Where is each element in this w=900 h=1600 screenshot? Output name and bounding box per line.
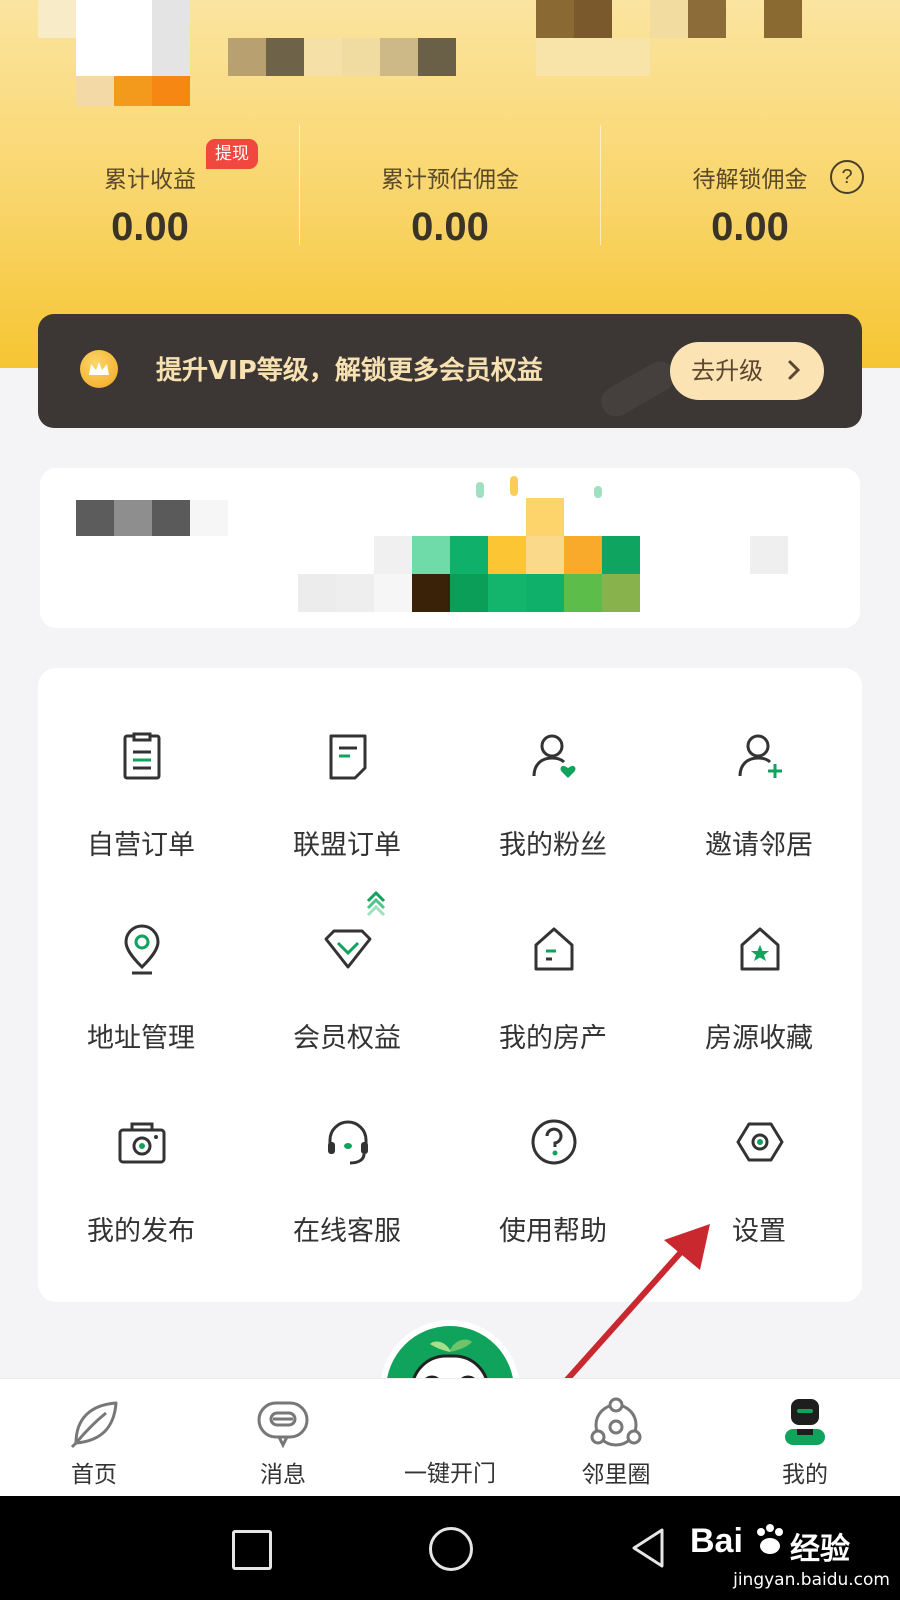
stat-divider [600, 125, 601, 245]
stat-divider [299, 125, 300, 245]
crown-icon [80, 350, 118, 388]
level-info-obscured [536, 0, 836, 80]
home-button[interactable] [429, 1527, 473, 1571]
watermark-url: jingyan.baidu.com [733, 1570, 890, 1590]
location-icon [124, 924, 160, 975]
vip-banner-text: 提升VIP等级，解锁更多会员权益 [156, 356, 543, 386]
menu-item-label: 房源收藏 [705, 1023, 813, 1054]
upgrade-arrows-icon [366, 890, 386, 917]
stat-total-earnings[interactable]: 累计收益 0.00 [0, 120, 300, 250]
fans-icon [532, 734, 576, 778]
upgrade-button[interactable]: 去升级 [670, 342, 824, 400]
tab-neighborhood[interactable]: 邻里圈 [546, 1379, 686, 1497]
help-icon[interactable]: ? [830, 160, 864, 194]
watermark-suffix: 经验 [790, 1532, 850, 1567]
watermark-brand: Bai [690, 1522, 743, 1560]
menu-item-label: 自营订单 [87, 830, 195, 861]
message-icon [257, 1401, 309, 1449]
stat-value: 0.00 [711, 205, 789, 249]
neighborhood-icon [590, 1397, 642, 1447]
chevron-right-icon [788, 360, 800, 380]
menu-item-label: 邀请邻居 [705, 830, 813, 861]
menu-item-usage-help[interactable]: 使用帮助 [450, 1054, 656, 1247]
alliance-order-icon [329, 734, 367, 780]
menu-item-label: 联盟订单 [293, 830, 401, 861]
help-icon [531, 1119, 577, 1165]
menu-item-label: 我的发布 [87, 1216, 195, 1247]
menu-item-my-property[interactable]: 我的房产 [450, 861, 656, 1054]
recent-apps-button[interactable] [232, 1530, 272, 1570]
tab-label: 首页 [71, 1462, 117, 1488]
menu-item-self-order[interactable]: 自营订单 [38, 668, 244, 861]
tab-messages[interactable]: 消息 [213, 1379, 353, 1497]
function-menu: 自营订单 联盟订单 我的粉丝 邀请邻居 地址管理 会员权益 我的房产 房源收藏 … [38, 668, 862, 1302]
stat-estimated-commission[interactable]: 累计预估佣金 0.00 [300, 120, 600, 250]
avatar[interactable] [38, 0, 190, 110]
promo-banner[interactable] [40, 468, 860, 628]
upgrade-button-label: 去升级 [691, 357, 764, 385]
headset-icon [328, 1120, 368, 1165]
house-star-icon [740, 927, 780, 971]
menu-item-member-benefits[interactable]: 会员权益 [244, 861, 450, 1054]
tab-label: 邻里圈 [581, 1462, 651, 1488]
menu-item-invite-neighbor[interactable]: 邀请邻居 [656, 668, 862, 861]
menu-item-online-service[interactable]: 在线客服 [244, 1054, 450, 1247]
earnings-stats: 累计收益 0.00 累计预估佣金 0.00 待解锁佣金 0.00 [0, 120, 900, 250]
menu-item-label: 我的粉丝 [499, 830, 607, 861]
paw-icon [757, 1524, 783, 1554]
menu-item-label: 我的房产 [499, 1023, 607, 1054]
stat-value: 0.00 [411, 205, 489, 249]
menu-item-settings[interactable]: 设置 [656, 1054, 862, 1247]
menu-item-my-posts[interactable]: 我的发布 [38, 1054, 244, 1247]
stat-value: 0.00 [111, 205, 189, 249]
menu-item-my-fans[interactable]: 我的粉丝 [450, 668, 656, 861]
tab-home[interactable]: 首页 [24, 1379, 164, 1497]
menu-item-alliance-order[interactable]: 联盟订单 [244, 668, 450, 861]
leaf-icon [70, 1401, 118, 1449]
banner-decoration [595, 356, 681, 422]
withdraw-badge[interactable]: 提现 [206, 139, 258, 169]
system-nav-bar: Bai 经验 jingyan.baidu.com [0, 1496, 900, 1600]
menu-item-address[interactable]: 地址管理 [38, 861, 244, 1054]
back-button[interactable] [628, 1526, 668, 1570]
diamond-icon [324, 929, 372, 969]
profile-icon [785, 1399, 825, 1445]
house-icon [534, 927, 574, 971]
invite-neighbor-icon [738, 734, 782, 778]
vip-upgrade-banner[interactable]: 提升VIP等级，解锁更多会员权益 去升级 [38, 314, 862, 428]
center-tab-label: 一键开门 [404, 1461, 496, 1487]
settings-hex-icon [736, 1122, 784, 1162]
menu-item-label: 地址管理 [87, 1023, 195, 1054]
tab-mine[interactable]: 我的 [735, 1379, 875, 1497]
stat-label: 累计预估佣金 [381, 167, 519, 193]
menu-item-label: 会员权益 [293, 1023, 401, 1054]
camera-icon [118, 1122, 166, 1164]
menu-item-listing-favorites[interactable]: 房源收藏 [656, 861, 862, 1054]
tab-label: 消息 [260, 1462, 306, 1488]
self-order-icon [123, 732, 161, 780]
baidu-jingyan-watermark: Bai 经验 jingyan.baidu.com [690, 1514, 890, 1594]
menu-item-label: 在线客服 [293, 1216, 401, 1247]
tab-label: 我的 [782, 1462, 828, 1488]
username-obscured [228, 38, 458, 76]
